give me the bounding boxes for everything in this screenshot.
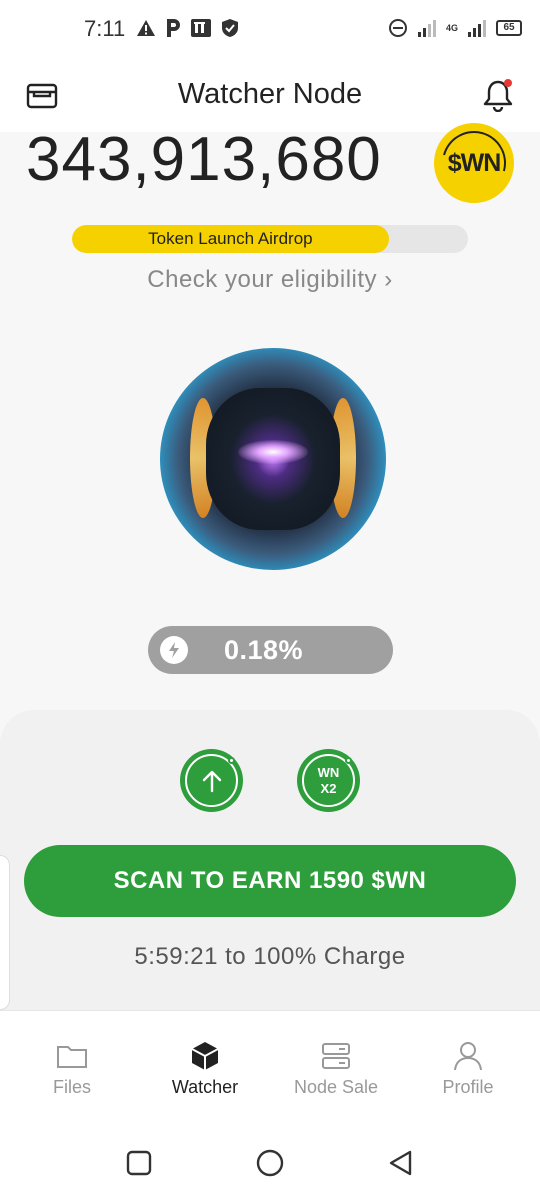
side-drawer-handle[interactable] bbox=[0, 855, 10, 1010]
nav-label: Profile bbox=[442, 1077, 494, 1097]
nav-label: Node Sale bbox=[293, 1077, 379, 1097]
lightning-icon bbox=[160, 636, 188, 664]
notification-dot bbox=[504, 79, 512, 87]
server-icon bbox=[322, 1043, 350, 1069]
signal-icon bbox=[468, 20, 486, 37]
notifications-button[interactable] bbox=[482, 78, 514, 113]
wn-coin-logo: $WN bbox=[430, 119, 518, 207]
charge-countdown: 5:59:21 to 100% Charge bbox=[134, 943, 406, 970]
boost-x2-button[interactable]: WN X2 bbox=[297, 749, 360, 812]
signal-icon bbox=[417, 20, 436, 37]
app-header: Watcher Node bbox=[0, 62, 540, 132]
bottom-nav: Files Watcher Node Sale Profile bbox=[0, 1010, 540, 1120]
cube-icon bbox=[191, 1042, 219, 1070]
circle-icon[interactable] bbox=[255, 1148, 285, 1178]
arrow-up-icon bbox=[202, 770, 221, 792]
scan-to-earn-button[interactable]: SCAN TO EARN 1590 $WN bbox=[24, 845, 516, 917]
shield-icon bbox=[222, 19, 238, 37]
nav-node-sale[interactable]: Node Sale bbox=[270, 1039, 402, 1098]
status-time: 7:11 bbox=[84, 16, 126, 41]
nav-label: Watcher bbox=[171, 1077, 239, 1097]
boost-label: WN X2 bbox=[318, 765, 340, 797]
coin-ring bbox=[430, 119, 518, 207]
folder-icon bbox=[57, 1046, 87, 1068]
status-bar: 7:11 4G 65 bbox=[0, 0, 540, 62]
page-title: Watcher Node bbox=[177, 78, 363, 110]
battery-icon: 65 bbox=[496, 20, 522, 36]
square-icon[interactable] bbox=[124, 1148, 154, 1178]
airdrop-progress-bar[interactable]: Token Launch Airdrop bbox=[72, 225, 468, 253]
button-dot bbox=[345, 757, 352, 764]
chevron-right-icon: › bbox=[384, 266, 393, 293]
button-dot bbox=[228, 757, 235, 764]
nav-watcher[interactable]: Watcher bbox=[139, 1039, 271, 1098]
watcher-node-orb[interactable] bbox=[160, 348, 386, 570]
status-system-icons: 4G 65 bbox=[388, 18, 522, 38]
back-triangle-icon[interactable] bbox=[386, 1148, 416, 1178]
eligibility-text: Check your eligibility bbox=[147, 266, 378, 293]
status-notification-icons bbox=[136, 18, 239, 38]
network-type: 4G bbox=[445, 23, 458, 33]
parking-icon bbox=[167, 19, 180, 37]
airdrop-label: Token Launch Airdrop bbox=[148, 229, 313, 248]
nav-label: Files bbox=[52, 1077, 91, 1097]
charge-indicator: 0.18% bbox=[148, 626, 393, 674]
charge-percent: 0.18% bbox=[224, 635, 304, 665]
orb-energy-core bbox=[238, 440, 308, 464]
system-navigation-bar bbox=[0, 1120, 540, 1200]
boost-label-line2: X2 bbox=[320, 780, 337, 796]
warning-icon bbox=[137, 20, 155, 36]
battery-level: 65 bbox=[503, 22, 515, 33]
boost-label-line1: WN bbox=[317, 764, 340, 780]
token-balance: 343,913,680 bbox=[26, 125, 382, 194]
person-icon bbox=[454, 1042, 482, 1071]
pi-app-icon bbox=[191, 19, 211, 37]
nav-files[interactable]: Files bbox=[6, 1039, 138, 1098]
check-eligibility-link[interactable]: Check your eligibility › bbox=[0, 266, 540, 294]
dnd-icon bbox=[388, 19, 407, 37]
upgrade-button[interactable] bbox=[180, 749, 243, 812]
nav-profile[interactable]: Profile bbox=[402, 1039, 534, 1098]
